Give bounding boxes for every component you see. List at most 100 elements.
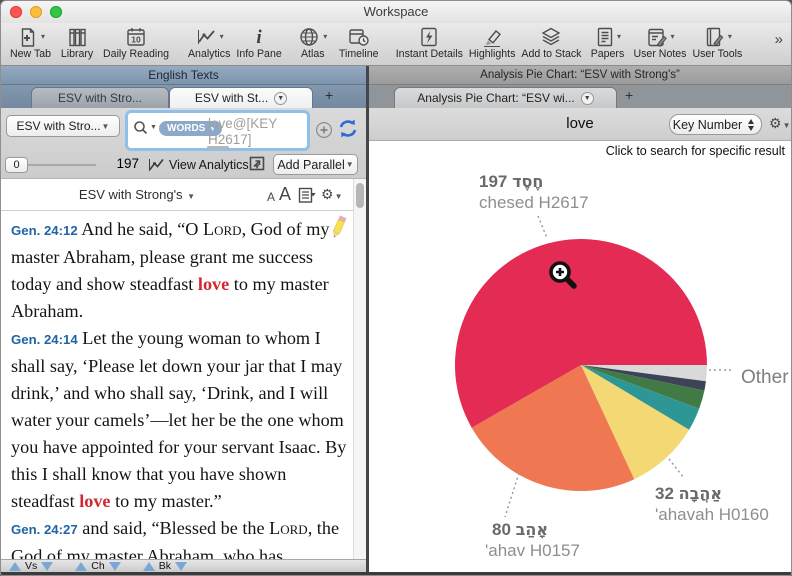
new-tab-icon: ▾ bbox=[16, 25, 45, 48]
research-sync-icon[interactable] bbox=[336, 117, 360, 146]
search-controls: ESV with Stro... ▼ ▼ WORDS ▼ love@[KEY H… bbox=[1, 108, 366, 179]
toolbar-overflow-button[interactable]: » bbox=[775, 31, 787, 60]
toolbar-papers[interactable]: ▾ Papers bbox=[587, 25, 627, 61]
daily-reading-icon: 10 bbox=[124, 25, 148, 48]
search-field-resize-nub[interactable] bbox=[207, 146, 229, 149]
toolbar-new-tab[interactable]: ▾ New Tab bbox=[10, 25, 51, 61]
toolbar-instant-details[interactable]: Instant Details bbox=[396, 25, 463, 61]
verse-paragraph: Gen. 24:27 and said, “Blessed be the Lor… bbox=[11, 515, 350, 561]
search-icon[interactable] bbox=[133, 120, 149, 141]
verse-text: to my master.” bbox=[111, 491, 222, 511]
tab-pie-chart[interactable]: Analysis Pie Chart: “ESV wi... ▼ bbox=[394, 87, 617, 108]
add-search-criteria-button[interactable] bbox=[315, 121, 333, 144]
pie-chart-toolbar: love Key Number ⚙▼ bbox=[369, 108, 791, 141]
chevron-down-icon: ▼ bbox=[783, 121, 791, 130]
tab-esv-inactive[interactable]: ESV with Stro... bbox=[31, 87, 169, 108]
add-parallel-button[interactable]: Add Parallel ▼ bbox=[273, 154, 358, 175]
toolbar-add-to-stack[interactable]: Add to Stack bbox=[521, 25, 581, 61]
chevron-down-icon: ▾ bbox=[670, 32, 674, 41]
chevron-down-icon: ▾ bbox=[220, 32, 224, 41]
toolbar-analytics[interactable]: ▾ Analytics bbox=[188, 25, 230, 61]
text-scrollbar[interactable] bbox=[353, 179, 366, 562]
pane-title-english-texts[interactable]: English Texts bbox=[1, 66, 366, 85]
main-toolbar: ▾ New Tab Library 10 Daily Reading ▾ Ana… bbox=[1, 23, 791, 66]
analysis-pie-chart-pane: Analysis Pie Chart: “ESV with Strong's” … bbox=[369, 66, 791, 575]
tab-menu-icon[interactable]: ▼ bbox=[581, 92, 594, 105]
window-bottom-edge bbox=[1, 572, 791, 575]
search-input[interactable]: ▼ WORDS ▼ love@[KEY H2617] bbox=[125, 110, 310, 151]
text-module-title[interactable]: ESV with Strong's ▼ bbox=[1, 187, 273, 202]
verse-nav-label: Vs bbox=[25, 560, 37, 572]
next-book-button[interactable] bbox=[175, 562, 187, 571]
left-tab-bar: ESV with Stro... ESV with St... ▼ + bbox=[1, 85, 366, 108]
display-settings-icon[interactable] bbox=[298, 187, 320, 209]
timeline-icon bbox=[347, 25, 371, 48]
callout-chesed[interactable]: 197 חֶסֶד chesed H2617 bbox=[479, 171, 589, 213]
increase-font-button[interactable]: A bbox=[279, 184, 291, 205]
decrease-font-button[interactable]: A bbox=[267, 190, 275, 204]
toolbar-info-pane[interactable]: i Info Pane bbox=[236, 25, 281, 61]
toolbar-library[interactable]: Library bbox=[57, 25, 97, 61]
highlighter-icon bbox=[480, 25, 504, 48]
add-tab-button[interactable]: + bbox=[325, 87, 333, 103]
svg-text:10: 10 bbox=[131, 34, 141, 44]
english-texts-pane: English Texts ESV with Stro... ESV with … bbox=[1, 66, 366, 575]
toolbar-daily-reading[interactable]: 10 Daily Reading bbox=[103, 25, 169, 61]
hit-count: 197 bbox=[89, 156, 139, 171]
context-slider-handle[interactable]: 0 bbox=[5, 157, 28, 173]
next-chapter-button[interactable] bbox=[109, 562, 121, 571]
view-analytics-icon bbox=[147, 156, 167, 179]
scrollbar-thumb[interactable] bbox=[356, 183, 364, 208]
chevron-down-icon: ▾ bbox=[323, 32, 327, 41]
verse-paragraph: Gen. 24:14 Let the young woman to whom I… bbox=[11, 325, 350, 515]
gear-icon[interactable]: ⚙▼ bbox=[769, 115, 790, 133]
callout-ahavah[interactable]: 32 אַהֲבָה 'ahavah H0160 bbox=[655, 483, 769, 525]
module-select-button[interactable]: ESV with Stro... ▼ bbox=[6, 115, 120, 137]
tab-esv-active[interactable]: ESV with St... ▼ bbox=[169, 87, 313, 108]
divine-name: Lord bbox=[269, 518, 308, 538]
papers-icon: ▾ bbox=[594, 25, 621, 48]
text-pane-header: ESV with Strong's ▼ A A ⚙▼ bbox=[1, 179, 353, 211]
pane-title-pie-chart[interactable]: Analysis Pie Chart: “ESV with Strong's” bbox=[369, 66, 791, 85]
book-nav-label: Bk bbox=[159, 560, 171, 572]
toolbar-highlights[interactable]: Highlights bbox=[469, 25, 516, 61]
pane-divider[interactable] bbox=[366, 66, 369, 575]
zoom-cursor-icon bbox=[547, 259, 583, 300]
prev-book-button[interactable] bbox=[143, 562, 155, 571]
divine-name: Lord bbox=[203, 219, 242, 239]
add-tab-button[interactable]: + bbox=[625, 87, 633, 103]
verse-text: Let the young woman to whom I shall say,… bbox=[11, 328, 346, 511]
chevron-down-icon: ▾ bbox=[617, 32, 621, 41]
edit-pencil-icon[interactable] bbox=[328, 214, 348, 247]
chevron-down-icon: ▼ bbox=[150, 124, 157, 131]
tab-menu-icon[interactable]: ▼ bbox=[274, 92, 287, 105]
callout-other[interactable]: Other bbox=[741, 367, 789, 388]
chevron-down-icon: ▼ bbox=[335, 192, 343, 201]
toolbar-user-tools[interactable]: ▾ User Tools bbox=[692, 25, 742, 61]
user-tools-icon: ▾ bbox=[703, 25, 732, 48]
search-query-text[interactable]: love@[KEY H2617] bbox=[208, 116, 304, 148]
chapter-nav-label: Ch bbox=[91, 560, 104, 572]
verse-reference: Gen. 24:12 bbox=[11, 223, 78, 238]
toolbar-atlas[interactable]: ▾ Atlas bbox=[293, 25, 333, 61]
pie-chart-canvas: Click to search for specific result 197 … bbox=[369, 141, 791, 572]
analytics-icon: ▾ bbox=[195, 25, 224, 48]
callout-ahav[interactable]: 80 אָהַב 'ahav H0157 bbox=[485, 519, 580, 561]
detach-pane-icon[interactable] bbox=[249, 156, 266, 177]
window-title: Workspace bbox=[1, 4, 791, 19]
context-slider-track[interactable] bbox=[28, 164, 96, 166]
toolbar-timeline[interactable]: Timeline bbox=[339, 25, 379, 61]
view-analytics-button[interactable]: View Analytics ▼ bbox=[169, 158, 261, 172]
verse-text: And he said, “O bbox=[78, 219, 203, 239]
grouping-popup-button[interactable]: Key Number bbox=[669, 114, 762, 135]
search-hit-word: love bbox=[79, 491, 110, 511]
app-window: Workspace ▾ New Tab Library 10 Daily Rea… bbox=[0, 0, 792, 576]
next-verse-button[interactable] bbox=[41, 562, 53, 571]
right-tab-bar: Analysis Pie Chart: “ESV wi... ▼ + bbox=[369, 85, 791, 108]
toolbar-user-notes[interactable]: ▾ User Notes bbox=[633, 25, 686, 61]
gear-icon[interactable]: ⚙▼ bbox=[321, 186, 342, 204]
prev-chapter-button[interactable] bbox=[75, 562, 87, 571]
chevron-down-icon: ▼ bbox=[346, 160, 354, 169]
prev-verse-button[interactable] bbox=[9, 562, 21, 571]
chevron-down-icon: ▾ bbox=[728, 32, 732, 41]
